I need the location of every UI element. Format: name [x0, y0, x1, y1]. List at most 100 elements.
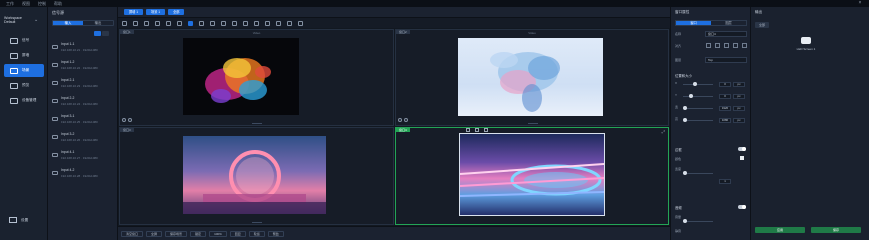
window-cell-selected[interactable]: 窗口4 ⤢ [395, 127, 669, 225]
y-slider[interactable] [683, 94, 713, 98]
crop-icon[interactable] [155, 20, 160, 26]
back-icon[interactable] [243, 20, 248, 26]
filter-chip[interactable]: 全部 [755, 22, 769, 28]
x-input[interactable]: 0 [719, 82, 731, 87]
settings-icon[interactable] [398, 118, 402, 122]
lock-icon[interactable] [254, 20, 259, 26]
settings-icon[interactable] [122, 118, 126, 122]
workspace-selector[interactable]: Workspace Default ⌄ [4, 13, 44, 27]
echo-button[interactable]: 回显 [229, 230, 246, 237]
wall-canvas[interactable]: 窗口1 Video 窗口2 Video 窗口3 窗口4 ⤢ [118, 28, 670, 226]
split-icon[interactable] [210, 20, 215, 26]
w-slider[interactable] [683, 106, 713, 110]
all-button[interactable]: 全部 [168, 9, 185, 15]
list-item[interactable]: Input 1-2 192.168.10.22 · 1920x1080 [50, 58, 116, 74]
window-cell[interactable]: 窗口2 Video [395, 29, 669, 126]
align-icon[interactable] [221, 20, 226, 26]
tab-input[interactable]: 输入 [53, 21, 83, 25]
clear-windows-button[interactable]: 清空窗口 [121, 230, 144, 237]
menu-item-view[interactable]: 视图 [22, 1, 30, 7]
fullscreen-button[interactable]: 全屏 [146, 230, 163, 237]
menu-item-control[interactable]: 控制 [38, 1, 46, 7]
nav-item-preview[interactable]: 预览 [4, 79, 44, 92]
slider-knob[interactable] [683, 106, 687, 110]
window-cell[interactable]: 窗口3 [119, 127, 394, 225]
slider-knob[interactable] [683, 171, 687, 175]
y-input[interactable]: 0 [719, 94, 731, 99]
list-item[interactable]: Input 1-1 192.168.10.21 · 1920x1080 [50, 40, 116, 56]
slider-knob[interactable] [683, 118, 687, 122]
tour-button[interactable]: 轮巡 [248, 230, 265, 237]
align-bottom-icon[interactable] [742, 43, 747, 48]
apply-button[interactable]: 应用 [755, 227, 805, 233]
grid-icon[interactable] [199, 20, 204, 26]
redo-icon[interactable] [287, 20, 292, 26]
lock-button[interactable]: 锁定 [190, 230, 207, 237]
copy-icon[interactable] [166, 20, 171, 26]
color-swatch[interactable] [740, 156, 744, 160]
border-width-slider[interactable] [683, 171, 713, 175]
w-input[interactable]: 1920 [719, 106, 731, 111]
list-view-icon[interactable] [94, 31, 101, 36]
audio-toggle[interactable] [738, 205, 746, 209]
border-toggle[interactable] [738, 147, 746, 151]
list-item[interactable]: Input 3-1 192.168.10.25 · 1920x1080 [50, 112, 116, 128]
list-item[interactable]: Input 2-1 192.168.10.23 · 1920x1080 [50, 76, 116, 92]
audio-icon[interactable] [128, 118, 132, 122]
paste-icon[interactable] [177, 20, 182, 26]
x-slider[interactable] [683, 82, 713, 86]
expand-icon[interactable]: ⤢ [662, 129, 665, 134]
maximize-icon[interactable] [475, 128, 479, 132]
wall-select-button[interactable]: 屏墙 1 [124, 9, 144, 15]
device-card[interactable]: LED Screen 1 [787, 31, 825, 59]
nav-item-settings[interactable]: 设置 [4, 213, 44, 227]
tab-window[interactable]: 窗口 [676, 21, 711, 25]
grid-view-icon[interactable] [102, 31, 109, 36]
slider-knob[interactable] [693, 82, 697, 86]
align-left-icon[interactable] [706, 43, 711, 48]
close-window-icon[interactable] [144, 20, 149, 26]
close-icon[interactable] [484, 128, 488, 132]
tab-layer[interactable]: 图层 [711, 21, 746, 25]
refresh-icon[interactable] [298, 20, 303, 26]
monitor-button[interactable]: 预监 [267, 230, 284, 237]
list-item[interactable]: Input 4-1 192.168.10.27 · 1920x1080 [50, 148, 116, 164]
slider-knob[interactable] [683, 219, 687, 223]
border-width-input[interactable]: 1 [719, 179, 731, 184]
volume-slider[interactable] [683, 219, 713, 223]
menu-item-work[interactable]: 工作 [6, 1, 14, 7]
align-top-icon[interactable] [733, 43, 738, 48]
h-slider[interactable] [683, 118, 713, 122]
undo-icon[interactable] [276, 20, 281, 26]
nav-item-device[interactable]: 设备管理 [4, 94, 44, 107]
align-center-icon[interactable] [715, 43, 720, 48]
list-item[interactable]: Input 4-2 192.168.10.28 · 1920x1080 [50, 166, 116, 182]
scene-select-button[interactable]: 场景 1 [146, 9, 166, 15]
slider-knob[interactable] [689, 94, 693, 98]
nav-item-wall[interactable]: 屏墙 [4, 49, 44, 62]
menu-item-help[interactable]: 帮助 [54, 1, 62, 7]
layer-select[interactable]: Top [705, 57, 747, 63]
nav-item-signal[interactable]: 信号 [4, 34, 44, 47]
resize-grip[interactable] [252, 123, 262, 124]
move-icon[interactable] [133, 20, 138, 26]
resize-grip[interactable] [252, 222, 262, 223]
zoom-select[interactable]: 100% [209, 230, 227, 237]
front-icon[interactable] [232, 20, 237, 26]
window-cell[interactable]: 窗口1 Video [119, 29, 394, 126]
audio-icon[interactable] [404, 118, 408, 122]
save-scene-button[interactable]: 保存场景 [165, 230, 188, 237]
fullscreen-icon[interactable] [265, 20, 270, 26]
tab-output[interactable]: 输出 [83, 21, 113, 25]
save-button[interactable]: 保存 [811, 227, 861, 233]
layout-icon[interactable] [188, 20, 193, 26]
align-right-icon[interactable] [724, 43, 729, 48]
list-item[interactable]: Input 3-2 192.168.10.26 · 1920x1080 [50, 130, 116, 146]
list-item[interactable]: Input 2-2 192.168.10.24 · 1920x1080 [50, 94, 116, 110]
close-icon[interactable]: × [857, 1, 863, 6]
nav-item-scene[interactable]: 场景 [4, 64, 44, 77]
swap-icon[interactable] [466, 128, 470, 132]
h-input[interactable]: 1080 [719, 118, 731, 123]
resize-grip[interactable] [528, 123, 538, 124]
search-icon[interactable] [122, 20, 127, 26]
